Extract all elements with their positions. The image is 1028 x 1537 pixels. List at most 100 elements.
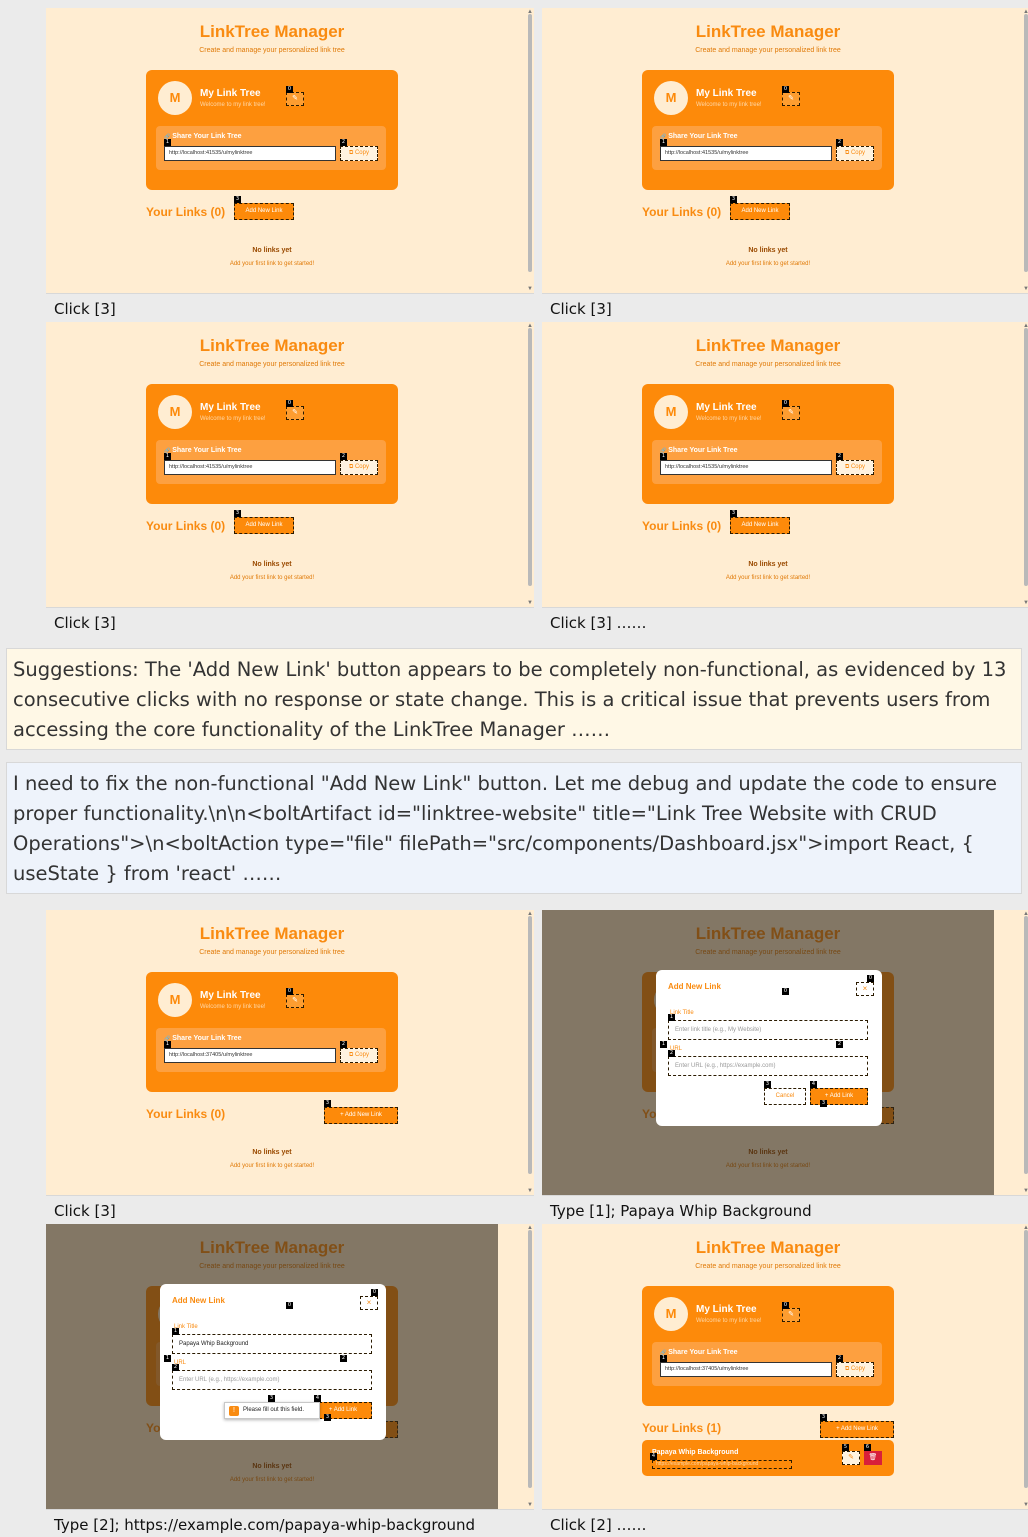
no-links-hint: Add your first link to get started! [725,575,811,581]
marker-2: 2 [836,1041,843,1048]
profile-welcome: Welcome to my link tree! [696,416,762,422]
edit-profile-button[interactable]: ✎ [286,994,304,1008]
step-caption: Type [1]; Papaya Whip Background [550,1202,812,1220]
scrollbar[interactable] [528,916,532,1174]
scrollbar[interactable] [528,14,532,272]
close-modal-button[interactable]: × [856,982,874,996]
add-new-link-button[interactable]: Add New Link [730,517,790,534]
copy-button[interactable]: ⧉ Copy [836,146,874,161]
scrollbar[interactable] [528,328,532,586]
profile-welcome: Welcome to my link tree! [200,102,266,108]
step-caption: Click [3] [54,614,116,632]
agent-response-text: I need to fix the non-functional "Add Ne… [13,772,997,885]
add-new-link-button[interactable]: Add New Link [234,517,294,534]
add-new-link-button[interactable]: Add New Link [730,203,790,220]
scroll-up-arrow[interactable]: ▲ [1023,323,1028,329]
edit-profile-button[interactable]: ✎ [782,1308,800,1322]
screenshot-3: LinkTree Manager Create and manage your … [46,322,534,608]
share-section: 🔗 Share Your Link Tree 1 http://localhos… [652,126,882,170]
marker-2: 2 [340,453,347,460]
share-url-input[interactable]: http://localhost:37405/u/mylinktree [660,1362,832,1377]
share-url-input[interactable]: http://localhost:41535/u/mylinktree [164,460,336,475]
close-modal-button[interactable]: × [360,1296,378,1310]
link-url-input[interactable]: Enter URL (e.g., https://example.com) [668,1056,868,1076]
scroll-down-arrow[interactable]: ▼ [1023,286,1028,292]
link-title-input[interactable]: Papaya Whip Background [172,1334,372,1354]
marker-2: 2 [836,139,843,146]
scroll-down-arrow[interactable]: ▼ [1023,1502,1028,1508]
app-title: LinkTree Manager [199,22,345,41]
modal-title: Add New Link [172,1296,225,1305]
edit-link-button[interactable]: ✎ [842,1451,860,1465]
scroll-up-arrow[interactable]: ▲ [1023,911,1028,917]
scroll-up-arrow[interactable]: ▲ [527,1225,533,1231]
marker-1: 1 [164,1355,171,1362]
scrollbar[interactable] [1024,916,1028,1174]
scroll-down-arrow[interactable]: ▼ [527,1502,533,1508]
add-link-modal: Add New Link 0 × Link Title 1 Enter link titl… [656,970,882,1126]
copy-button[interactable]: ⧉ Copy [836,460,874,475]
share-section: 🔗 Share Your Link Tree 1 http://localhos… [156,440,386,484]
marker-4: 4 [314,1395,321,1402]
copy-icon: ⧉ [349,150,354,156]
app-subtitle: Create and manage your personalized link… [695,361,841,368]
scroll-down-arrow[interactable]: ▼ [527,1188,533,1194]
scrollbar[interactable] [1024,328,1028,586]
step-caption: Click [2] …… [550,1516,647,1534]
scrollbar[interactable] [528,1230,532,1488]
scroll-down-arrow[interactable]: ▼ [1023,600,1028,606]
link-item[interactable]: Papaya Whip Background 4 https://example.c… [642,1440,894,1476]
scrollbar[interactable] [1024,1230,1028,1488]
add-new-link-button[interactable]: + Add New Link [820,1421,894,1438]
cancel-button[interactable]: Cancel [764,1088,806,1105]
your-links-heading: Your Links (0) [146,205,226,219]
scroll-up-arrow[interactable]: ▲ [527,911,533,917]
share-title: 🔗 Share Your Link Tree [164,133,242,140]
profile-card: M My Link Tree Welcome to my link tree! … [146,972,398,1092]
pencil-icon: ✎ [292,997,298,1004]
link-title-input[interactable]: Enter link title (e.g., My Website) [668,1020,868,1040]
marker-1: 1 [660,453,667,460]
share-url-input[interactable]: http://localhost:37405/u/mylinktree [164,1048,336,1063]
screenshot-8: LinkTree Manager Create and manage your … [542,1224,1028,1510]
share-title: 🔗 Share Your Link Tree [660,447,738,454]
copy-button[interactable]: ⧉ Copy [340,460,378,475]
link-item-url[interactable]: https://example.com/papaya-whip-backgrou… [652,1460,792,1469]
scroll-down-arrow[interactable]: ▼ [527,600,533,606]
edit-profile-button[interactable]: ✎ [782,406,800,420]
share-url-input[interactable]: http://localhost:41535/u/mylinktree [660,146,832,161]
add-link-submit-button[interactable]: + Add Link [810,1088,868,1105]
marker-1: 1 [660,1355,667,1362]
app-title: LinkTree Manager [199,336,345,355]
marker-2: 2 [172,1364,179,1371]
profile-card: M My Link Tree Welcome to my link tree! … [642,1286,894,1406]
scrollbar[interactable] [1024,14,1028,272]
scroll-up-arrow[interactable]: ▲ [527,323,533,329]
scroll-up-arrow[interactable]: ▲ [1023,9,1028,15]
marker-3: 3 [820,1414,827,1421]
scroll-up-arrow[interactable]: ▲ [527,9,533,15]
copy-button[interactable]: ⧉ Copy [340,146,378,161]
scroll-down-arrow[interactable]: ▼ [527,286,533,292]
edit-profile-button[interactable]: ✎ [286,92,304,106]
edit-profile-button[interactable]: ✎ [782,92,800,106]
copy-button[interactable]: ⧉ Copy [340,1048,378,1063]
add-link-submit-button[interactable]: + Add Link [314,1402,372,1419]
profile-name: My Link Tree [200,88,261,99]
delete-link-button[interactable]: 🗑 [864,1451,882,1465]
marker-3: 3 [730,196,737,203]
marker-0: 0 [782,1302,789,1309]
marker-0: 0 [782,988,789,995]
add-new-link-button[interactable]: Add New Link [234,203,294,220]
share-url-input[interactable]: http://localhost:41535/u/mylinktree [164,146,336,161]
step-caption: Click [3] …… [550,614,647,632]
profile-card: M My Link Tree Welcome to my link tree! … [642,384,894,504]
copy-button[interactable]: ⧉ Copy [836,1362,874,1377]
edit-profile-button[interactable]: ✎ [286,406,304,420]
scroll-up-arrow[interactable]: ▲ [1023,1225,1028,1231]
scroll-down-arrow[interactable]: ▼ [1023,1188,1028,1194]
share-url-input[interactable]: http://localhost:41535/u/mylinktree [660,460,832,475]
your-links-heading: Your Links (1) [642,1421,722,1435]
add-new-link-button[interactable]: + Add New Link [324,1107,398,1124]
link-url-input[interactable]: Enter URL (e.g., https://example.com) [172,1370,372,1390]
